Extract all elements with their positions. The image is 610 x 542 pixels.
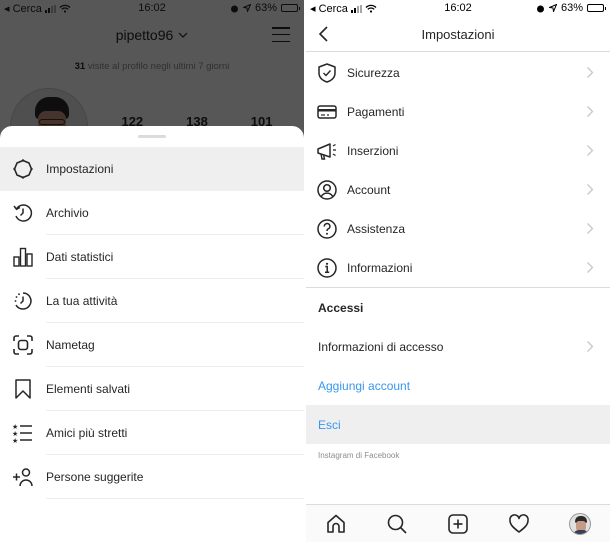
- bar-chart-icon: [12, 246, 34, 268]
- menu-item-dati-statistici[interactable]: Dati statistici: [0, 235, 304, 279]
- svg-text:★: ★: [12, 423, 18, 431]
- tab-search[interactable]: [385, 512, 409, 536]
- settings-item-label: Account: [347, 183, 391, 197]
- menu-item-la-tua-attivita[interactable]: La tua attività: [0, 279, 304, 323]
- settings-item-label: Inserzioni: [347, 144, 399, 158]
- menu-item-archivio[interactable]: Archivio: [0, 191, 304, 235]
- nametag-scan-icon: [12, 334, 34, 356]
- add-account-label: Aggiungi account: [318, 379, 411, 393]
- menu-item-label: Elementi salvati: [46, 382, 131, 396]
- profile-menu-sheet: Impostazioni Archivio Dati statistici La…: [0, 126, 304, 542]
- battery-icon: [587, 4, 606, 12]
- chevron-right-icon: [587, 262, 594, 273]
- chevron-right-icon: [587, 341, 594, 352]
- settings-item-pagamenti[interactable]: Pagamenti: [306, 92, 610, 131]
- logout-label: Esci: [318, 418, 341, 432]
- menu-item-label: Archivio: [46, 206, 89, 220]
- chevron-right-icon: [587, 67, 594, 78]
- section-title: Accessi: [318, 301, 364, 315]
- menu-item-label: Persone suggerite: [46, 470, 144, 484]
- chevron-right-icon: [587, 223, 594, 234]
- settings-item-assistenza[interactable]: Assistenza: [306, 209, 610, 248]
- user-circle-icon: [316, 179, 338, 201]
- settings-item-label: Informazioni: [347, 261, 413, 275]
- archive-clock-icon: [12, 202, 34, 224]
- settings-item-informazioni[interactable]: Informazioni: [306, 248, 610, 287]
- settings-item-account[interactable]: Account: [306, 170, 610, 209]
- menu-item-amici-piu-stretti[interactable]: ★ ★ ★ Amici più stretti: [0, 411, 304, 455]
- tab-new-post[interactable]: [446, 512, 470, 536]
- help-circle-icon: [316, 218, 338, 240]
- alarm-icon: [536, 5, 544, 12]
- sheet-grabber[interactable]: [138, 135, 166, 138]
- info-circle-icon: [316, 257, 338, 279]
- settings-item-sicurezza[interactable]: Sicurezza: [306, 53, 610, 92]
- settings-item-label: Assistenza: [347, 222, 406, 236]
- settings-item-login-info[interactable]: Informazioni di accesso: [306, 327, 610, 366]
- settings-list: Sicurezza Pagamenti Inserzioni Account A…: [306, 53, 610, 464]
- shield-check-icon: [316, 62, 338, 84]
- menu-item-persone-suggerite[interactable]: Persone suggerite: [0, 455, 304, 499]
- activity-clock-icon: [12, 290, 34, 312]
- nav-bar: Impostazioni: [306, 18, 610, 52]
- menu-item-label: Dati statistici: [46, 250, 114, 264]
- profile-menu-list: Impostazioni Archivio Dati statistici La…: [0, 147, 304, 499]
- activity-heart-icon: [508, 513, 529, 533]
- chevron-right-icon: [587, 106, 594, 117]
- megaphone-icon: [316, 140, 338, 162]
- chevron-right-icon: [587, 145, 594, 156]
- close-friends-list-icon: ★ ★ ★: [12, 422, 34, 444]
- menu-item-elementi-salvati[interactable]: Elementi salvati: [0, 367, 304, 411]
- profile-avatar: [568, 512, 591, 535]
- tab-profile[interactable]: [568, 512, 592, 536]
- tab-home[interactable]: [324, 512, 348, 536]
- logout-button[interactable]: Esci: [306, 405, 610, 444]
- menu-item-label: Nametag: [46, 338, 95, 352]
- settings-screen: ◂ Cerca 16:02 63% Impostazioni Sicurezza: [306, 0, 610, 542]
- tab-activity[interactable]: [507, 512, 531, 536]
- menu-item-impostazioni[interactable]: Impostazioni: [0, 147, 304, 191]
- page-title: Impostazioni: [421, 27, 495, 42]
- menu-item-label: Impostazioni: [46, 162, 114, 176]
- svg-text:★: ★: [12, 430, 18, 438]
- menu-item-label: La tua attività: [46, 294, 118, 308]
- menu-item-nametag[interactable]: Nametag: [0, 323, 304, 367]
- new-post-icon: [448, 513, 468, 534]
- settings-item-label: Informazioni di accesso: [318, 340, 444, 354]
- battery-percent: 63%: [560, 2, 583, 14]
- add-person-icon: [12, 466, 34, 488]
- chevron-right-icon: [587, 184, 594, 195]
- footer: Instagram di Facebook: [306, 444, 610, 464]
- settings-item-label: Pagamenti: [347, 105, 405, 119]
- bookmark-icon: [12, 378, 34, 400]
- footer-note: Instagram di Facebook: [318, 451, 400, 460]
- credit-card-icon: [316, 101, 338, 123]
- status-right: 63%: [536, 2, 606, 14]
- search-icon: [387, 514, 407, 534]
- tab-bar: [306, 504, 610, 542]
- gear-icon: [12, 158, 34, 180]
- profile-screen: ◂ Cerca 16:02 63% pipetto96 31 visite al…: [0, 0, 304, 542]
- menu-item-label: Amici più stretti: [46, 426, 128, 440]
- settings-item-label: Sicurezza: [347, 66, 400, 80]
- section-header-accessi: Accessi: [306, 288, 610, 327]
- status-bar: ◂ Cerca 16:02 63%: [306, 0, 610, 17]
- add-account-link[interactable]: Aggiungi account: [306, 366, 610, 405]
- settings-item-inserzioni[interactable]: Inserzioni: [306, 131, 610, 170]
- svg-text:★: ★: [12, 437, 18, 444]
- home-icon: [327, 514, 346, 533]
- location-icon: [548, 4, 557, 12]
